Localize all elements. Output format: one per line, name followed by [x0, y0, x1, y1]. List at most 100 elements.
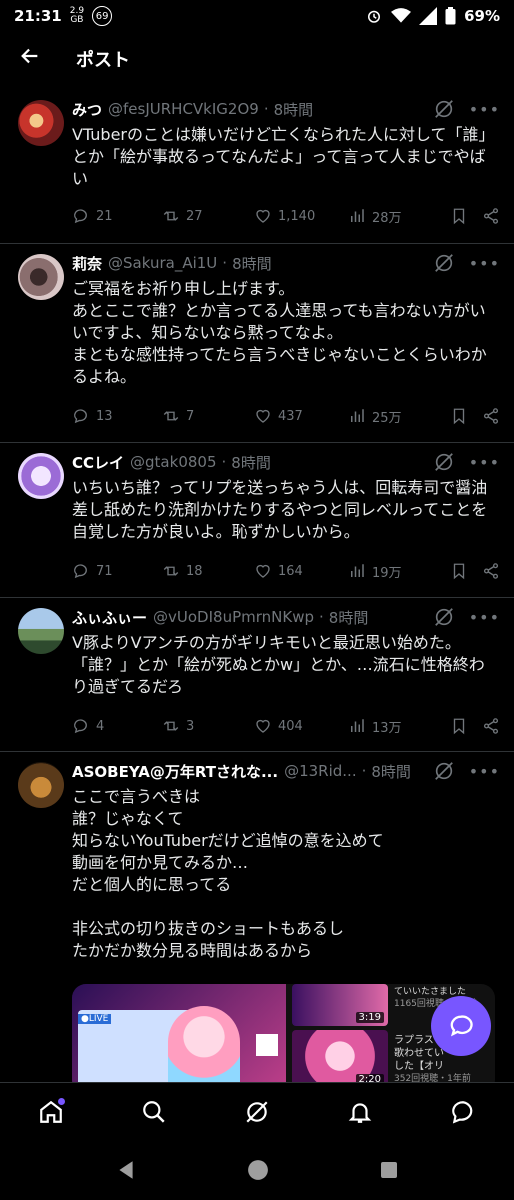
nav-grok[interactable] — [237, 1092, 277, 1132]
heart-icon — [256, 564, 270, 578]
avatar[interactable] — [18, 453, 64, 499]
separator-dot: · — [263, 100, 269, 118]
share-button[interactable] — [482, 407, 500, 425]
display-name[interactable]: 莉奈 — [72, 253, 102, 274]
post-time[interactable]: 8時間 — [371, 761, 411, 782]
post-time[interactable]: 8時間 — [274, 99, 314, 120]
bookmark-icon — [453, 718, 465, 735]
user-handle[interactable]: @13Rid... — [284, 762, 357, 780]
tweet-text: ご冥福をお祈り申し上げます。 あとここで誰？とか言ってる人達思っても言わない方が… — [72, 279, 487, 386]
system-home-icon[interactable] — [247, 1159, 269, 1181]
retweet-button[interactable]: 3 — [162, 717, 254, 735]
page-title: ポスト — [76, 50, 130, 71]
share-icon — [483, 563, 499, 579]
separator-dot: · — [361, 762, 367, 780]
bookmark-icon — [453, 408, 465, 425]
views-icon — [351, 564, 364, 577]
back-button[interactable] — [0, 45, 60, 73]
retweet-icon — [163, 566, 179, 576]
post-time[interactable]: 8時間 — [329, 607, 369, 628]
views-button[interactable]: 19万 — [348, 562, 448, 581]
avatar[interactable] — [18, 254, 64, 300]
more-button[interactable]: ••• — [469, 100, 500, 119]
user-handle[interactable]: @fesJURHCVkIG2O9 — [108, 100, 259, 118]
nav-home[interactable] — [31, 1092, 71, 1132]
retweet-count: 7 — [186, 408, 195, 424]
views-button[interactable]: 13万 — [348, 717, 448, 736]
reply-button[interactable]: 21 — [72, 207, 162, 225]
chat-bubble-icon — [450, 1015, 473, 1037]
separator-dot: · — [221, 453, 227, 471]
tweet-reply[interactable]: ふぃふぃー @vUoDI8uPmrnNKwp · 8時間 ••• V豚よりVアン… — [0, 598, 514, 752]
bookmark-button[interactable] — [450, 562, 468, 580]
like-button[interactable]: 404 — [254, 717, 348, 735]
bottom-nav — [0, 1082, 514, 1140]
display-name[interactable]: みつ — [72, 99, 102, 120]
more-button[interactable]: ••• — [469, 762, 500, 781]
display-name[interactable]: CCレイ — [72, 452, 124, 473]
tweet-text: いちいち誰？ってリプを送っちゃう人は、回転寿司で醤油差し舐めたり洗剤かけたりする… — [72, 478, 488, 541]
grok-button[interactable] — [433, 760, 455, 782]
system-nav-bar — [0, 1140, 514, 1200]
tweet-meta: ふぃふぃー @vUoDI8uPmrnNKwp · 8時間 ••• — [72, 604, 500, 630]
share-button[interactable] — [482, 717, 500, 735]
reply-count: 21 — [96, 208, 113, 224]
views-button[interactable]: 25万 — [348, 407, 448, 426]
system-recents-icon[interactable] — [379, 1160, 399, 1180]
more-button[interactable]: ••• — [469, 453, 500, 472]
share-button[interactable] — [482, 207, 500, 225]
more-icon: ••• — [468, 607, 500, 627]
like-button[interactable]: 164 — [254, 562, 348, 580]
user-handle[interactable]: @vUoDI8uPmrnNKwp — [153, 608, 314, 626]
bookmark-button[interactable] — [450, 207, 468, 225]
nav-messages[interactable] — [443, 1092, 483, 1132]
reply-count: 71 — [96, 563, 113, 579]
nav-notifications[interactable] — [340, 1092, 380, 1132]
system-back-icon[interactable] — [115, 1159, 137, 1181]
avatar[interactable] — [18, 608, 64, 654]
share-icon — [483, 718, 499, 734]
separator-dot: · — [222, 254, 228, 272]
tweet-content: みつ @fesJURHCVkIG2O9 · 8時間 ••• VTuberのことは… — [72, 96, 500, 190]
tweet-reply[interactable]: CCレイ @gtak0805 · 8時間 ••• いちいち誰？ってリプを送っちゃ… — [0, 443, 514, 598]
more-button[interactable]: ••• — [469, 608, 500, 627]
views-button[interactable]: 28万 — [348, 207, 448, 226]
avatar[interactable] — [18, 762, 64, 808]
media-preview[interactable]: ●LIVE 3:19 2:20 ていいたさました 1165回視聴・1年前 ラプラ… — [72, 984, 495, 1094]
grok-button[interactable] — [433, 98, 455, 120]
post-time[interactable]: 8時間 — [231, 452, 271, 473]
tweet-reply[interactable]: みつ @fesJURHCVkIG2O9 · 8時間 ••• VTuberのことは… — [0, 90, 514, 244]
tweet-text: VTuberのことは嫌いだけど亡くなられた人に対して「誰」とか「絵が事故るってな… — [72, 125, 495, 188]
tweet-reply[interactable]: 莉奈 @Sakura_Ai1U · 8時間 ••• ご冥福をお祈り申し上げます。… — [0, 244, 514, 443]
search-icon — [143, 1100, 165, 1123]
tweet-actions: 4 3 404 13万 — [72, 714, 500, 738]
avatar[interactable] — [18, 100, 64, 146]
display-name[interactable]: ふぃふぃー — [72, 607, 147, 628]
retweet-button[interactable]: 7 — [162, 407, 254, 425]
share-button[interactable] — [482, 562, 500, 580]
grok-button[interactable] — [433, 451, 455, 473]
display-name[interactable]: ASOBEYA@万年RTされな... — [72, 761, 278, 782]
more-button[interactable]: ••• — [469, 254, 500, 273]
retweet-button[interactable]: 18 — [162, 562, 254, 580]
tweet-content: CCレイ @gtak0805 · 8時間 ••• いちいち誰？ってリプを送っちゃ… — [72, 449, 500, 543]
bookmark-button[interactable] — [450, 407, 468, 425]
grok-button[interactable] — [433, 606, 455, 628]
user-handle[interactable]: @gtak0805 — [130, 453, 216, 471]
grok-button[interactable] — [433, 252, 455, 274]
post-time[interactable]: 8時間 — [232, 253, 272, 274]
reply-button[interactable]: 4 — [72, 717, 162, 735]
compose-button[interactable] — [431, 996, 491, 1056]
like-button[interactable]: 1,140 — [254, 207, 348, 225]
reply-button[interactable]: 71 — [72, 562, 162, 580]
video-thumbnail-main[interactable]: ●LIVE — [72, 984, 286, 1094]
like-button[interactable]: 437 — [254, 407, 348, 425]
user-handle[interactable]: @Sakura_Ai1U — [108, 254, 217, 272]
nav-search[interactable] — [134, 1092, 174, 1132]
video-thumbnail-bottom[interactable]: 2:20 — [292, 1030, 388, 1088]
video-thumbnail-top[interactable]: 3:19 — [292, 984, 388, 1026]
bookmark-button[interactable] — [450, 717, 468, 735]
tweet-content: ASOBEYA@万年RTされな... @13Rid... · 8時間 ••• こ… — [72, 758, 500, 962]
retweet-button[interactable]: 27 — [162, 207, 254, 225]
reply-button[interactable]: 13 — [72, 407, 162, 425]
